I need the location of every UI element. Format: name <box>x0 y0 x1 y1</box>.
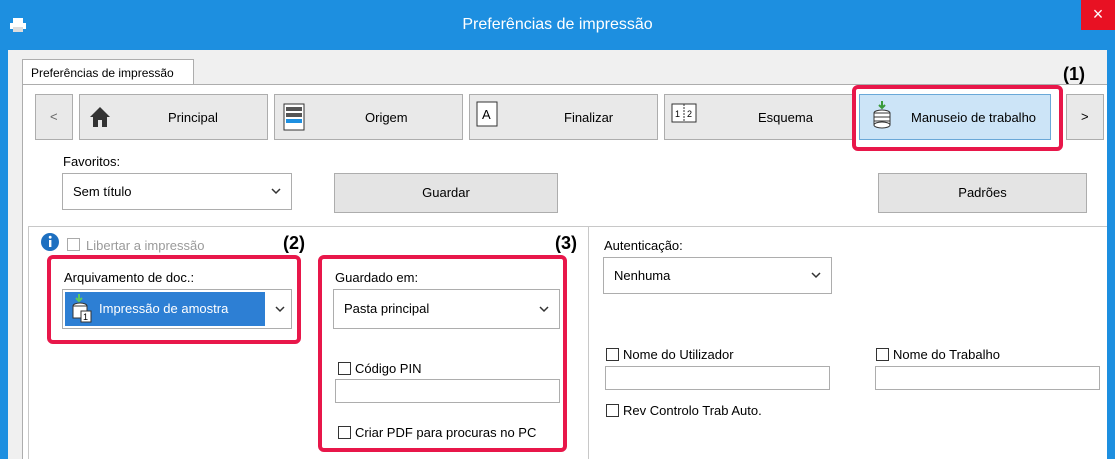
callout-2-label: (2) <box>283 233 305 253</box>
create-pdf-label: Criar PDF para procuras no PC <box>355 425 537 440</box>
tab-principal[interactable]: Principal <box>79 94 268 140</box>
save-button[interactable]: Guardar <box>334 173 558 213</box>
defaults-button[interactable]: Padrões <box>878 173 1087 213</box>
column-divider <box>588 227 589 459</box>
pin-code-label: Código PIN <box>355 361 422 376</box>
nav-next-button[interactable]: > <box>1066 94 1104 140</box>
stored-in-label: Guardado em: <box>335 270 419 285</box>
pin-code-field[interactable] <box>335 379 560 403</box>
paper-tray-icon <box>283 103 305 131</box>
callout-3-label: (3) <box>555 233 577 253</box>
job-name-checkbox[interactable] <box>876 348 889 361</box>
chevron-down-icon <box>271 188 281 195</box>
doc-filing-label: Arquivamento de doc.: <box>64 270 195 285</box>
sample-print-icon: 1 <box>72 294 92 323</box>
tab-finalizar[interactable]: A Finalizar <box>469 94 658 140</box>
release-print-checkbox[interactable] <box>67 238 80 251</box>
callout-box-1 <box>852 85 1063 151</box>
job-control-checkbox[interactable] <box>606 404 619 417</box>
close-button[interactable]: × <box>1081 0 1115 30</box>
nav-prev-button[interactable]: < <box>35 94 73 140</box>
divider <box>28 226 1107 227</box>
job-control-label: Rev Controlo Trab Auto. <box>623 403 762 418</box>
job-name-field[interactable] <box>875 366 1100 390</box>
tab-print-preferences[interactable]: Preferências de impressão <box>22 59 194 85</box>
release-print-label: Libertar a impressão <box>86 238 205 253</box>
svg-text:2: 2 <box>687 109 692 119</box>
finishing-icon: A <box>476 101 498 127</box>
chevron-down-icon <box>539 306 549 313</box>
job-name-label: Nome do Trabalho <box>893 347 1000 362</box>
stored-in-select[interactable]: Pasta principal <box>333 289 560 329</box>
favorites-label: Favoritos: <box>63 154 121 169</box>
create-pdf-checkbox[interactable] <box>338 426 351 439</box>
pin-code-checkbox[interactable] <box>338 362 351 375</box>
layout-icon: 12 <box>671 103 697 123</box>
window-border-left <box>0 50 8 459</box>
favorites-select[interactable]: Sem título <box>62 173 292 210</box>
doc-filing-selected-item: 1 Impressão de amostra <box>65 292 265 326</box>
svg-text:1: 1 <box>675 109 680 119</box>
tab-esquema[interactable]: 12 Esquema <box>664 94 853 140</box>
svg-text:1: 1 <box>83 312 88 322</box>
doc-filing-select[interactable]: 1 Impressão de amostra <box>62 289 292 329</box>
chevron-down-icon <box>811 272 821 279</box>
callout-1-label: (1) <box>1063 64 1085 84</box>
authentication-label: Autenticação: <box>604 238 683 253</box>
chevron-down-icon <box>275 306 285 313</box>
authentication-select[interactable]: Nenhuma <box>603 257 832 294</box>
window-title: Preferências de impressão <box>462 16 653 33</box>
tab-origem[interactable]: Origem <box>274 94 463 140</box>
user-name-field[interactable] <box>605 366 830 390</box>
left-divider <box>28 227 29 459</box>
window-border-right <box>1107 50 1115 459</box>
svg-text:A: A <box>482 107 491 122</box>
user-name-checkbox[interactable] <box>606 348 619 361</box>
info-icon <box>41 233 59 251</box>
home-icon <box>90 107 110 127</box>
user-name-label: Nome do Utilizador <box>623 347 734 362</box>
